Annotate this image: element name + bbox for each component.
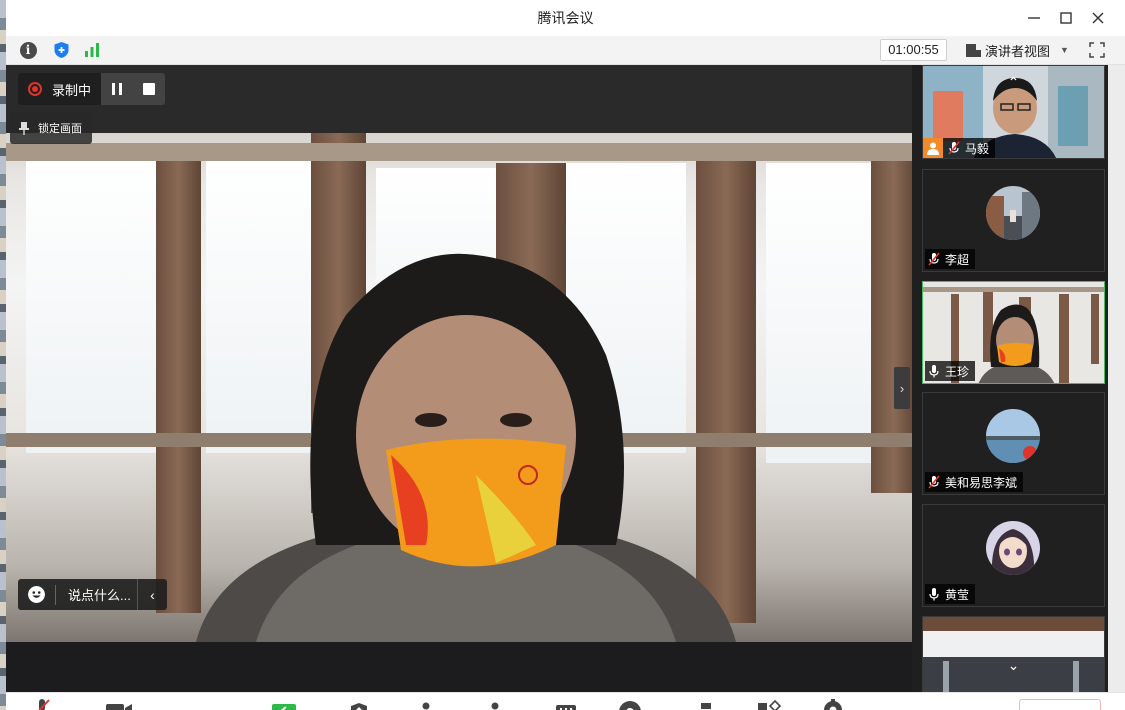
members-icon: [491, 702, 499, 710]
recording-status: 录制中: [18, 73, 102, 105]
invite-button[interactable]: [416, 698, 436, 710]
info-icon[interactable]: i: [18, 40, 38, 60]
participant-tile[interactable]: 李超: [922, 169, 1105, 272]
view-mode-label: 演讲者视图: [985, 43, 1051, 59]
scroll-down-participants-button[interactable]: ⌄: [923, 657, 1104, 674]
security-button[interactable]: [349, 698, 369, 710]
minimize-icon: [1028, 17, 1040, 19]
share-screen-button[interactable]: [271, 698, 297, 710]
layout-button[interactable]: [694, 698, 718, 710]
lock-view-label: 锁定画面: [38, 123, 82, 135]
participant-panel-scrollbar[interactable]: [1108, 65, 1125, 692]
participant-label: 美和易思李斌: [925, 472, 1024, 492]
mic-muted-icon: [928, 252, 940, 266]
window-title: 腾讯会议: [537, 10, 594, 26]
chevron-down-icon: ⌄: [1007, 657, 1020, 673]
close-icon: [1092, 12, 1104, 24]
share-screen-icon: [272, 704, 296, 710]
main-speaker-video[interactable]: 录制中 锁定画面 说点什么... ‹: [6, 65, 912, 642]
mic-muted-icon: [38, 699, 50, 710]
mute-button[interactable]: [32, 698, 52, 710]
participant-label: 王珍: [925, 361, 976, 381]
participant-tile[interactable]: ⌄: [922, 616, 1105, 692]
participant-name: 李超: [945, 252, 970, 267]
participant-tile[interactable]: ⌃ 马毅: [922, 65, 1105, 159]
stop-recording-button[interactable]: [133, 73, 166, 105]
participant-video: [923, 617, 1104, 692]
speaker-view-icon: [966, 43, 981, 57]
emoji-icon: [28, 586, 45, 603]
participant-label: 马毅: [923, 138, 996, 158]
maximize-button[interactable]: [1054, 6, 1078, 30]
view-mode-selector[interactable]: 演讲者视图 ▼: [960, 39, 1076, 61]
interaction-button[interactable]: [757, 698, 781, 710]
mic-on-icon: [929, 365, 939, 378]
participant-name: 王珍: [945, 364, 970, 379]
participant-name: 美和易思李斌: [945, 475, 1018, 490]
pause-icon: [112, 83, 116, 95]
stop-icon: [143, 83, 156, 95]
lock-view-button[interactable]: 锁定画面: [10, 112, 92, 144]
chat-placeholder: 说点什么...: [68, 588, 131, 603]
participant-tile[interactable]: 美和易思李斌: [922, 392, 1105, 495]
apps-button[interactable]: [555, 698, 577, 710]
participant-name: 黄莹: [945, 587, 970, 602]
mic-muted-icon: [948, 141, 960, 155]
title-bar: 腾讯会议: [6, 0, 1125, 36]
settings-button[interactable]: [821, 698, 845, 710]
chevron-down-icon: ▼: [1060, 45, 1069, 55]
participant-name: 马毅: [965, 141, 990, 156]
shield-icon: [351, 703, 367, 710]
tencent-meeting-window: 腾讯会议 i 01:00:55 演讲者视图 ▼ 录制中 锁定画面 说点什么...…: [0, 0, 1125, 710]
participant-tile-active[interactable]: 王珍: [922, 281, 1105, 384]
toggle-participant-panel-button[interactable]: ›: [894, 367, 910, 409]
pause-recording-button[interactable]: [101, 73, 134, 105]
close-button[interactable]: [1086, 6, 1110, 30]
shield-icon[interactable]: [51, 40, 71, 60]
host-badge-icon: [923, 138, 943, 158]
maximize-icon: [1060, 12, 1072, 24]
fullscreen-icon: [1089, 42, 1105, 58]
chat-input[interactable]: 说点什么... ‹: [18, 579, 167, 610]
meeting-info-bar: i 01:00:55 演讲者视图 ▼: [6, 36, 1125, 65]
gear-icon: [824, 699, 842, 710]
mic-muted-icon: [928, 475, 940, 489]
fullscreen-button[interactable]: [1087, 40, 1107, 60]
recording-status-label: 录制中: [52, 82, 92, 98]
avatar: [986, 521, 1040, 575]
add-user-icon: [422, 702, 430, 710]
avatar: [986, 186, 1040, 240]
participant-tile[interactable]: 黄莹: [922, 504, 1105, 607]
pin-icon: [19, 122, 29, 135]
interaction-icon: [758, 699, 781, 710]
record-button[interactable]: [618, 698, 642, 710]
collapse-chat-button[interactable]: ‹: [137, 579, 167, 610]
avatar: [986, 409, 1040, 463]
minimize-button[interactable]: [1022, 6, 1046, 30]
members-button[interactable]: [485, 698, 505, 710]
apps-icon: [556, 705, 576, 710]
end-meeting-button[interactable]: [1019, 699, 1101, 710]
layout-icon: [701, 703, 711, 709]
chevron-right-icon: ›: [899, 380, 905, 396]
signal-icon[interactable]: [82, 40, 102, 60]
participant-label: 李超: [925, 249, 976, 269]
recording-controls: 录制中: [18, 73, 166, 105]
camera-icon: [106, 704, 132, 710]
record-icon: [619, 701, 641, 710]
bottom-toolbar: [6, 692, 1125, 710]
mic-on-icon: [929, 588, 939, 601]
scroll-up-participants-button[interactable]: ⌃: [923, 74, 1104, 91]
recording-dot-icon: [28, 82, 42, 96]
chevron-left-icon: ‹: [150, 586, 155, 603]
meeting-timer: 01:00:55: [880, 39, 947, 61]
speaker-person: [196, 253, 736, 642]
participant-label: 黄莹: [925, 584, 976, 604]
chevron-up-icon: ⌃: [1007, 74, 1020, 90]
camera-button[interactable]: [105, 698, 133, 710]
